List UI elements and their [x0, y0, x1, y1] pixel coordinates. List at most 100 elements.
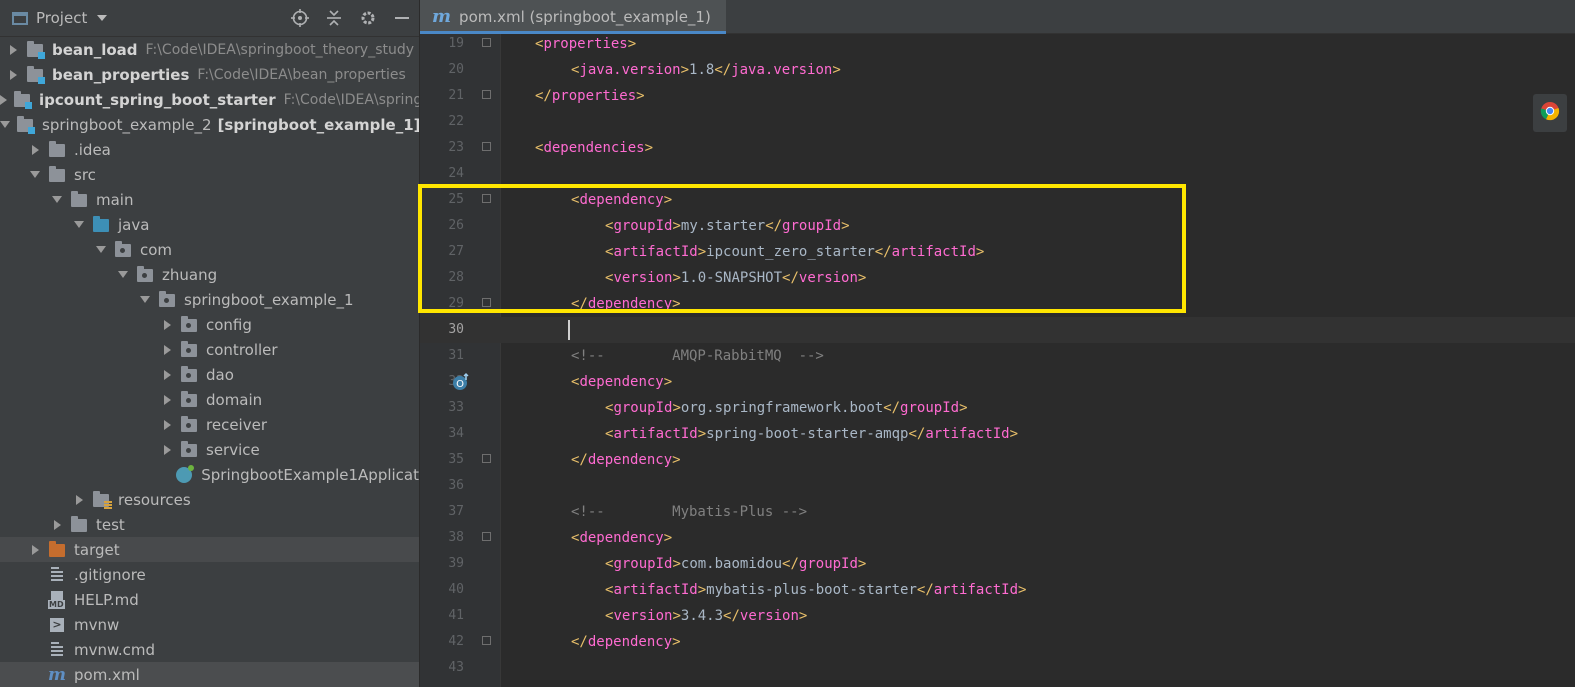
- package-icon: [180, 315, 200, 334]
- expand-arrow-icon[interactable]: [28, 143, 42, 157]
- expand-arrow-icon[interactable]: [50, 518, 64, 532]
- code-line: 36: [420, 473, 1575, 499]
- tree-item-domain[interactable]: domain: [0, 387, 419, 412]
- project-panel: Project bean_load F:\Code\IDEA\springboo…: [0, 0, 437, 687]
- markdown-file-icon: MD: [48, 590, 68, 609]
- collapse-arrow-icon[interactable]: [0, 118, 10, 132]
- tree-item-dao[interactable]: dao: [0, 362, 419, 387]
- expand-arrow-icon[interactable]: [6, 43, 20, 57]
- code-text: <!-- Mybatis-Plus -->: [571, 504, 808, 520]
- line-number: 21: [448, 88, 464, 103]
- maven-dependency-gutter-icon[interactable]: O: [452, 373, 470, 391]
- expand-arrow-icon[interactable]: [72, 493, 86, 507]
- expand-arrow-icon[interactable]: [6, 68, 20, 82]
- fold-marker-icon[interactable]: [482, 194, 493, 205]
- gear-icon[interactable]: [359, 9, 377, 27]
- fold-marker-icon[interactable]: [482, 532, 493, 543]
- expand-arrow-icon[interactable]: [160, 443, 174, 457]
- line-number: 22: [448, 114, 464, 129]
- line-number: 31: [448, 348, 464, 363]
- collapse-arrow-icon[interactable]: [28, 168, 42, 182]
- resources-folder-icon: [92, 490, 112, 509]
- collapse-arrow-icon[interactable]: [72, 218, 86, 232]
- tree-item-help-md[interactable]: MD HELP.md: [0, 587, 419, 612]
- tree-item-resources[interactable]: resources: [0, 487, 419, 512]
- collapse-arrow-icon[interactable]: [138, 293, 152, 307]
- fold-marker-icon[interactable]: [482, 298, 493, 309]
- tree-item-bean-load[interactable]: bean_load F:\Code\IDEA\springboot_theory…: [0, 37, 419, 62]
- project-view-selector[interactable]: Project: [12, 9, 108, 27]
- tree-item-bean-properties[interactable]: bean_properties F:\Code\IDEA\bean_proper…: [0, 62, 419, 87]
- tree-item-target[interactable]: target: [0, 537, 419, 562]
- folder-icon: [48, 165, 68, 184]
- tree-item-label: resources: [118, 490, 191, 509]
- expand-arrow-icon[interactable]: [0, 93, 7, 107]
- fold-marker-icon[interactable]: [482, 142, 493, 153]
- module-path: F:\Code\IDEA\bean_properties: [197, 66, 406, 83]
- tree-item-label: .gitignore: [74, 565, 146, 584]
- line-number: 33: [448, 400, 464, 415]
- tree-item-springboot-example-2[interactable]: springboot_example_2 [springboot_example…: [0, 112, 437, 137]
- code-line: 38 <dependency>: [420, 525, 1575, 551]
- expand-arrow-icon[interactable]: [160, 368, 174, 382]
- line-number: 28: [448, 270, 464, 285]
- tree-item-application-class[interactable]: SpringbootExample1Applicat: [0, 462, 419, 487]
- fold-marker-icon[interactable]: [482, 90, 493, 101]
- tree-item-zhuang[interactable]: zhuang: [0, 262, 419, 287]
- tree-item-label: domain: [206, 390, 263, 409]
- tree-item-idea[interactable]: .idea: [0, 137, 419, 162]
- tree-item-gitignore[interactable]: .gitignore: [0, 562, 419, 587]
- tree-item-springboot-example-1[interactable]: springboot_example_1: [0, 287, 419, 312]
- text-file-icon: [48, 566, 68, 584]
- code-line: 32 O <dependency>: [420, 369, 1575, 395]
- code-line: 24: [420, 161, 1575, 187]
- tree-item-label: service: [206, 440, 260, 459]
- tree-item-mvnw-cmd[interactable]: mvnw.cmd: [0, 637, 419, 662]
- module-folder-icon: [16, 115, 36, 134]
- minimize-icon[interactable]: [393, 9, 411, 27]
- code-editor[interactable]: 19 <properties> 20 <java.version>1.8</ja…: [420, 34, 1575, 687]
- tree-item-controller[interactable]: controller: [0, 337, 419, 362]
- fold-marker-icon[interactable]: [482, 636, 493, 647]
- locate-icon[interactable]: [291, 9, 309, 27]
- line-number: 24: [448, 166, 464, 181]
- fold-marker-icon[interactable]: [482, 38, 493, 49]
- svg-text:O: O: [456, 379, 464, 390]
- tree-item-label: target: [74, 540, 120, 559]
- tree-item-service[interactable]: service: [0, 437, 419, 462]
- code-text: <groupId>org.springframework.boot</group…: [605, 400, 968, 416]
- expand-arrow-icon[interactable]: [28, 543, 42, 557]
- line-number: 20: [448, 62, 464, 77]
- collapse-all-icon[interactable]: [325, 9, 343, 27]
- tree-item-mvnw[interactable]: > mvnw: [0, 612, 419, 637]
- package-icon: [180, 390, 200, 409]
- expand-arrow-icon[interactable]: [160, 393, 174, 407]
- tree-item-label: ipcount_spring_boot_starter: [39, 90, 276, 109]
- tab-pom-xml[interactable]: m pom.xml (springboot_example_1): [420, 0, 726, 34]
- tree-item-java[interactable]: java: [0, 212, 419, 237]
- collapse-arrow-icon[interactable]: [94, 243, 108, 257]
- open-in-browser-button[interactable]: [1533, 94, 1567, 132]
- expand-arrow-icon[interactable]: [160, 318, 174, 332]
- collapse-arrow-icon[interactable]: [116, 268, 130, 282]
- expand-arrow-icon[interactable]: [160, 343, 174, 357]
- expand-arrow-icon[interactable]: [160, 418, 174, 432]
- tree-item-pom-xml[interactable]: m pom.xml: [0, 662, 419, 687]
- tree-item-receiver[interactable]: receiver: [0, 412, 419, 437]
- tree-item-test[interactable]: test: [0, 512, 419, 537]
- collapse-arrow-icon[interactable]: [50, 193, 64, 207]
- current-code-line: 30: [420, 317, 1575, 343]
- fold-marker-icon[interactable]: [482, 454, 493, 465]
- code-text: <groupId>com.baomidou</groupId>: [605, 556, 867, 572]
- spring-boot-class-icon: [175, 464, 195, 484]
- tree-item-config[interactable]: config: [0, 312, 419, 337]
- tree-item-src[interactable]: src: [0, 162, 419, 187]
- package-icon: [180, 440, 200, 459]
- tree-item-main[interactable]: main: [0, 187, 419, 212]
- tree-item-label: .idea: [74, 140, 111, 159]
- tree-item-ipcount-starter[interactable]: ipcount_spring_boot_starter F:\Code\IDEA…: [0, 87, 431, 112]
- tree-item-com[interactable]: com: [0, 237, 419, 262]
- code-line: 28 <version>1.0-SNAPSHOT</version>: [420, 265, 1575, 291]
- tree-item-label: bean_properties: [52, 65, 190, 84]
- module-folder-icon: [26, 65, 46, 84]
